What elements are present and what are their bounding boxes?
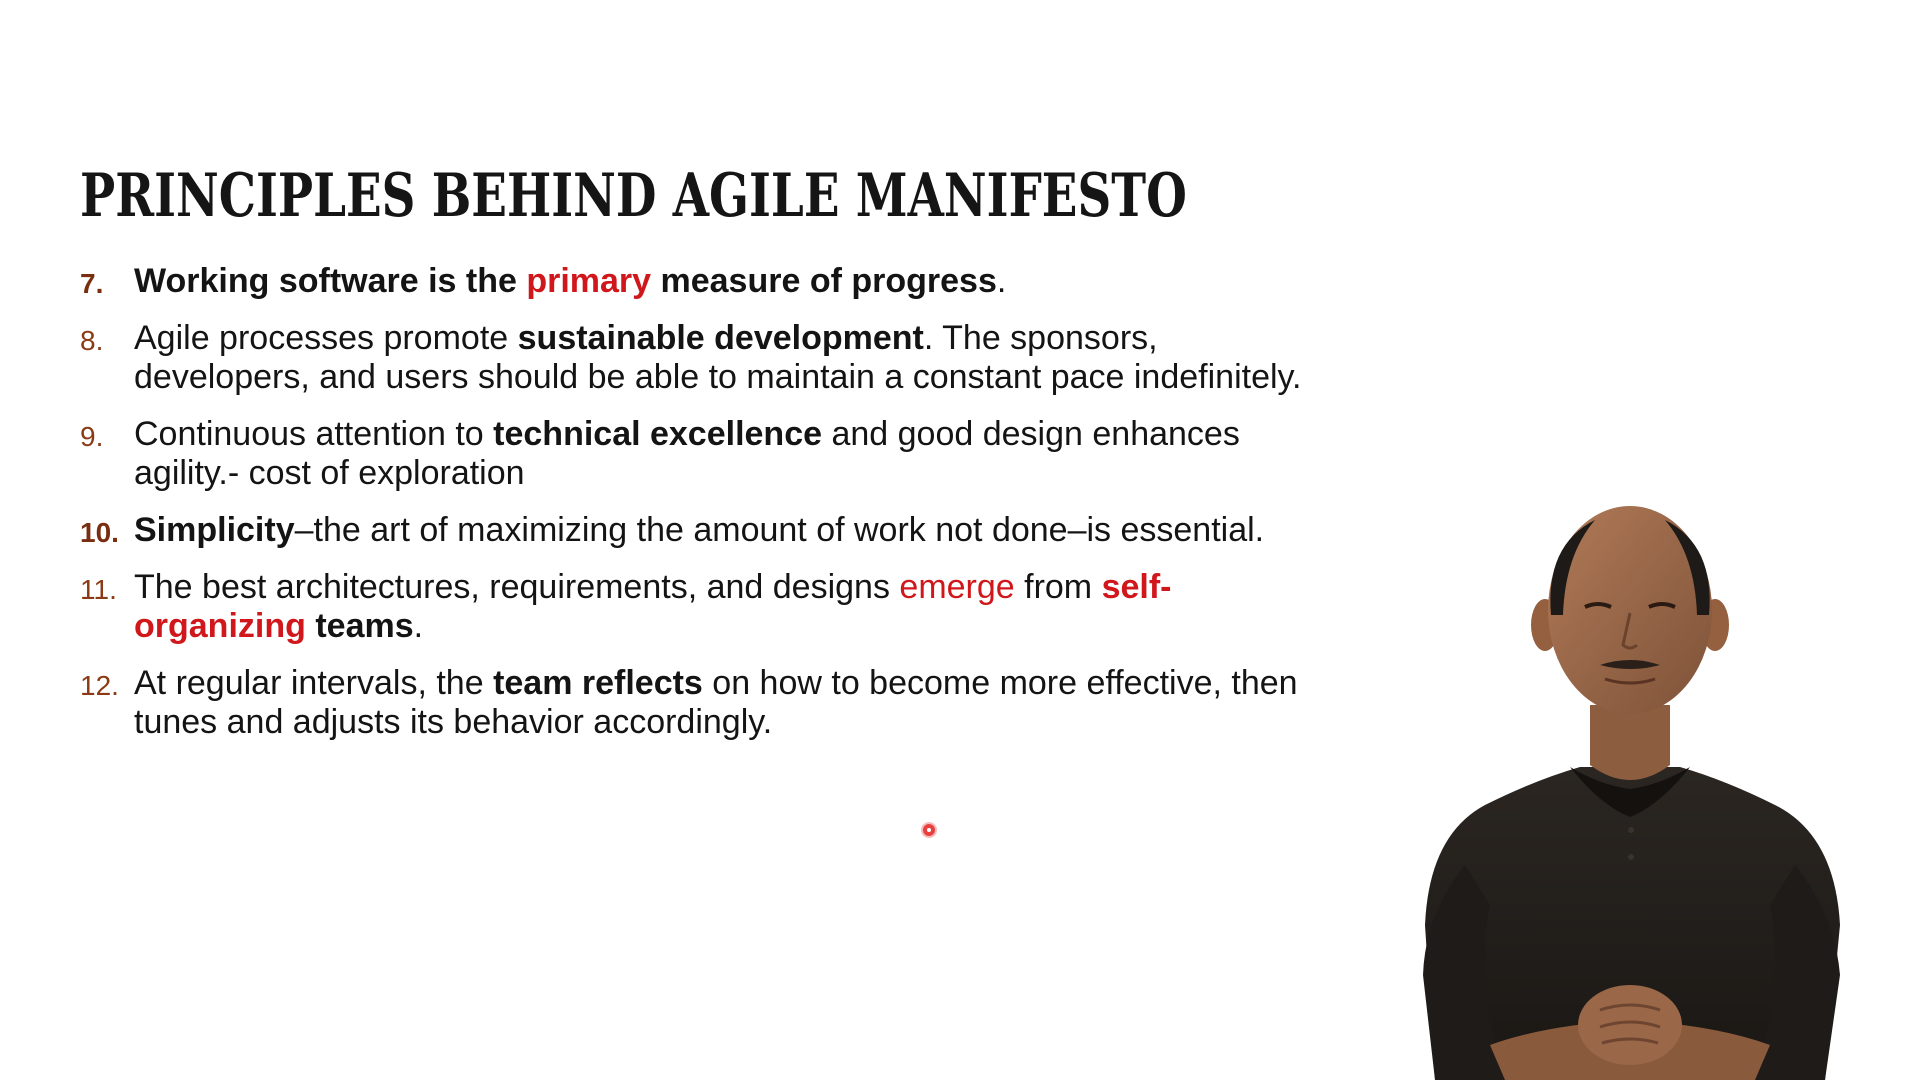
slide: PRINCIPLES BEHIND AGILE MANIFESTO 7. Wor…: [0, 0, 1920, 1080]
text-segment-highlight: emerge: [899, 568, 1015, 606]
principle-number: 8.: [80, 325, 104, 356]
principle-text: Continuous attention to technical excell…: [134, 415, 1240, 492]
shirt-button: [1628, 854, 1634, 860]
principle-item: 11. The best architectures, requirements…: [80, 568, 1340, 646]
text-segment: .: [996, 262, 1007, 300]
presenter-neck: [1590, 705, 1670, 780]
principle-number: 9.: [80, 421, 104, 452]
principle-text: At regular intervals, the team reflects …: [134, 664, 1298, 741]
text-segment: –the art of maximizing the amount of wor…: [294, 511, 1265, 549]
principle-number: 11.: [80, 574, 117, 605]
presenter-hands: [1578, 985, 1682, 1065]
principle-item: 9. Continuous attention to technical exc…: [80, 415, 1340, 493]
laser-pointer-icon: [923, 824, 935, 836]
text-segment: from: [1014, 568, 1102, 606]
text-segment: measure of progress: [651, 262, 997, 300]
principle-text: Agile processes promote sustainable deve…: [134, 319, 1301, 396]
text-segment: .: [413, 607, 424, 645]
text-segment: team reflects: [493, 664, 703, 702]
shirt-button: [1628, 827, 1634, 833]
principle-number: 10.: [80, 517, 119, 548]
text-segment: Continuous attention to: [134, 415, 494, 453]
principle-text: Working software is the primary measure …: [134, 262, 1006, 300]
principle-text: Simplicity–the art of maximizing the amo…: [134, 511, 1264, 549]
text-segment-highlight: primary: [526, 262, 652, 300]
text-segment: At regular intervals, the: [134, 664, 494, 702]
principle-number: 12.: [80, 670, 119, 701]
text-segment: Agile processes promote: [134, 319, 518, 357]
text-segment: The best architectures, requirements, an…: [134, 568, 900, 606]
principle-item: 10. Simplicity–the art of maximizing the…: [80, 511, 1340, 550]
text-segment: Simplicity: [134, 511, 295, 549]
presenter-figure: [1423, 506, 1840, 1080]
principle-item: 7. Working software is the primary measu…: [80, 262, 1340, 301]
principle-item: 8. Agile processes promote sustainable d…: [80, 319, 1340, 397]
text-segment: technical excellence: [493, 415, 823, 453]
slide-title: PRINCIPLES BEHIND AGILE MANIFESTO: [80, 161, 1187, 231]
principles-list: 7. Working software is the primary measu…: [80, 262, 1340, 760]
principle-item: 12. At regular intervals, the team refle…: [80, 664, 1340, 742]
principle-text: The best architectures, requirements, an…: [134, 568, 1172, 645]
principle-number: 7.: [80, 268, 104, 299]
text-segment: Working software is the: [134, 262, 527, 300]
text-segment: sustainable development: [517, 319, 924, 357]
text-segment: teams: [305, 607, 414, 645]
